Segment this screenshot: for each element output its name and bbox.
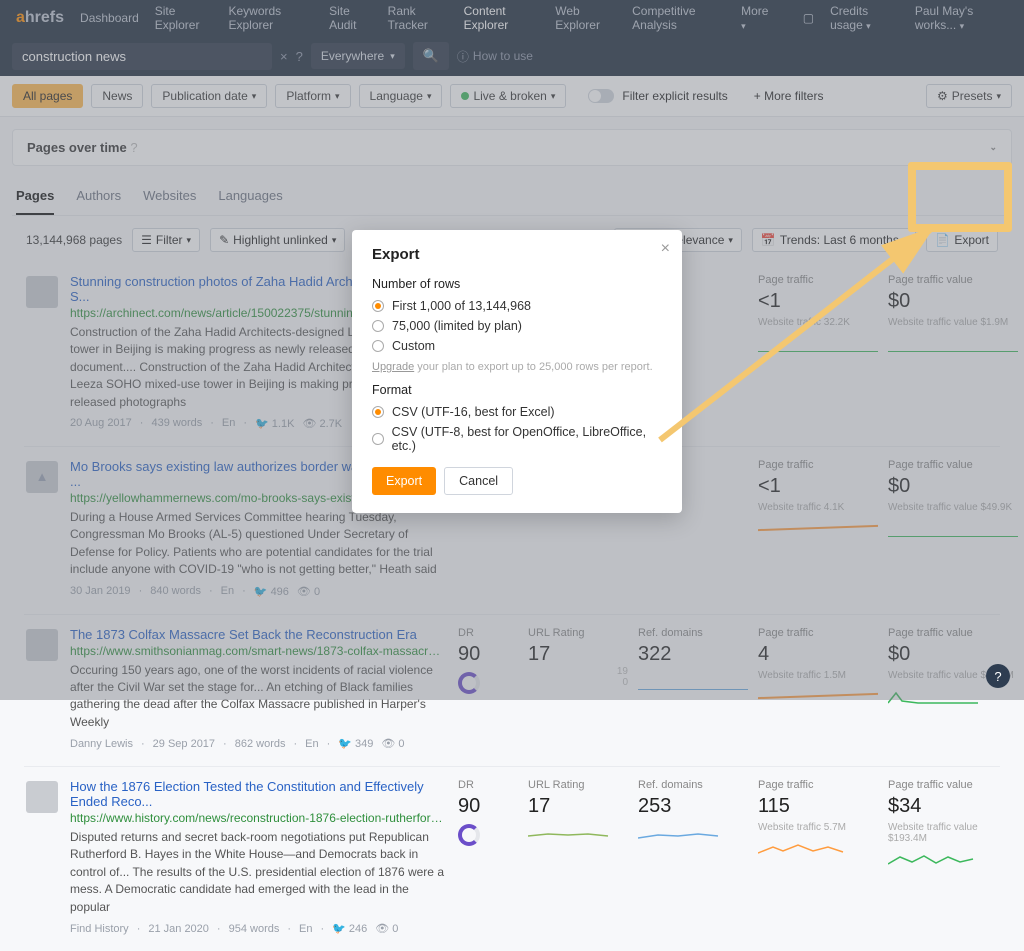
dr-donut-icon <box>458 824 480 846</box>
result-row: How the 1876 Election Tested the Constit… <box>24 766 1000 951</box>
radio-icon <box>372 340 384 352</box>
radio-icon <box>372 320 384 332</box>
export-modal: × Export Number of rows First 1,000 of 1… <box>352 230 682 513</box>
radio-icon <box>372 433 384 445</box>
metric-value: $34 <box>888 795 1018 818</box>
metric-label: Page traffic <box>758 779 878 791</box>
close-icon[interactable]: × <box>661 240 670 258</box>
rows-label: Number of rows <box>372 277 662 291</box>
metric-label: DR <box>458 779 518 791</box>
radio-custom[interactable]: Custom <box>372 339 662 353</box>
sparkline <box>888 850 1018 868</box>
radio-plan-limit[interactable]: 75,000 (limited by plan) <box>372 319 662 333</box>
result-thumb <box>26 781 58 813</box>
metric-sub: Website traffic value $193.4M <box>888 822 1018 844</box>
metric-value: 115 <box>758 795 878 818</box>
upgrade-link[interactable]: Upgrade <box>372 361 414 373</box>
metric-label: URL Rating <box>528 779 628 791</box>
radio-csv-utf16[interactable]: CSV (UTF-16, best for Excel) <box>372 405 662 419</box>
metric-value: 90 <box>458 795 518 818</box>
modal-title: Export <box>372 246 662 263</box>
radio-csv-utf8[interactable]: CSV (UTF-8, best for OpenOffice, LibreOf… <box>372 425 662 453</box>
result-meta: Find History·21 Jan 2020·954 words·En·🐦 … <box>70 922 446 935</box>
result-meta: Danny Lewis·29 Sep 2017·862 words·En·🐦 3… <box>70 737 446 750</box>
result-title[interactable]: How the 1876 Election Tested the Constit… <box>70 779 446 809</box>
export-confirm-button[interactable]: Export <box>372 467 436 495</box>
radio-icon <box>372 406 384 418</box>
metric-sub: Website traffic 5.7M <box>758 822 878 833</box>
radio-first-1000[interactable]: First 1,000 of 13,144,968 <box>372 299 662 313</box>
sparkline <box>638 824 748 842</box>
format-label: Format <box>372 383 662 397</box>
metric-label: Page traffic value <box>888 779 1018 791</box>
metric-value: 17 <box>528 795 628 818</box>
result-url[interactable]: https://www.history.com/news/reconstruct… <box>70 811 446 825</box>
metric-label: Ref. domains <box>638 779 748 791</box>
cancel-button[interactable]: Cancel <box>444 467 513 495</box>
upgrade-hint: Upgrade your plan to export up to 25,000… <box>372 361 662 373</box>
result-snippet: Disputed returns and secret back-room ne… <box>70 829 446 916</box>
sparkline <box>758 839 878 857</box>
help-bubble[interactable]: ? <box>986 664 1010 688</box>
radio-icon <box>372 300 384 312</box>
metric-value: 253 <box>638 795 748 818</box>
sparkline <box>528 824 628 842</box>
